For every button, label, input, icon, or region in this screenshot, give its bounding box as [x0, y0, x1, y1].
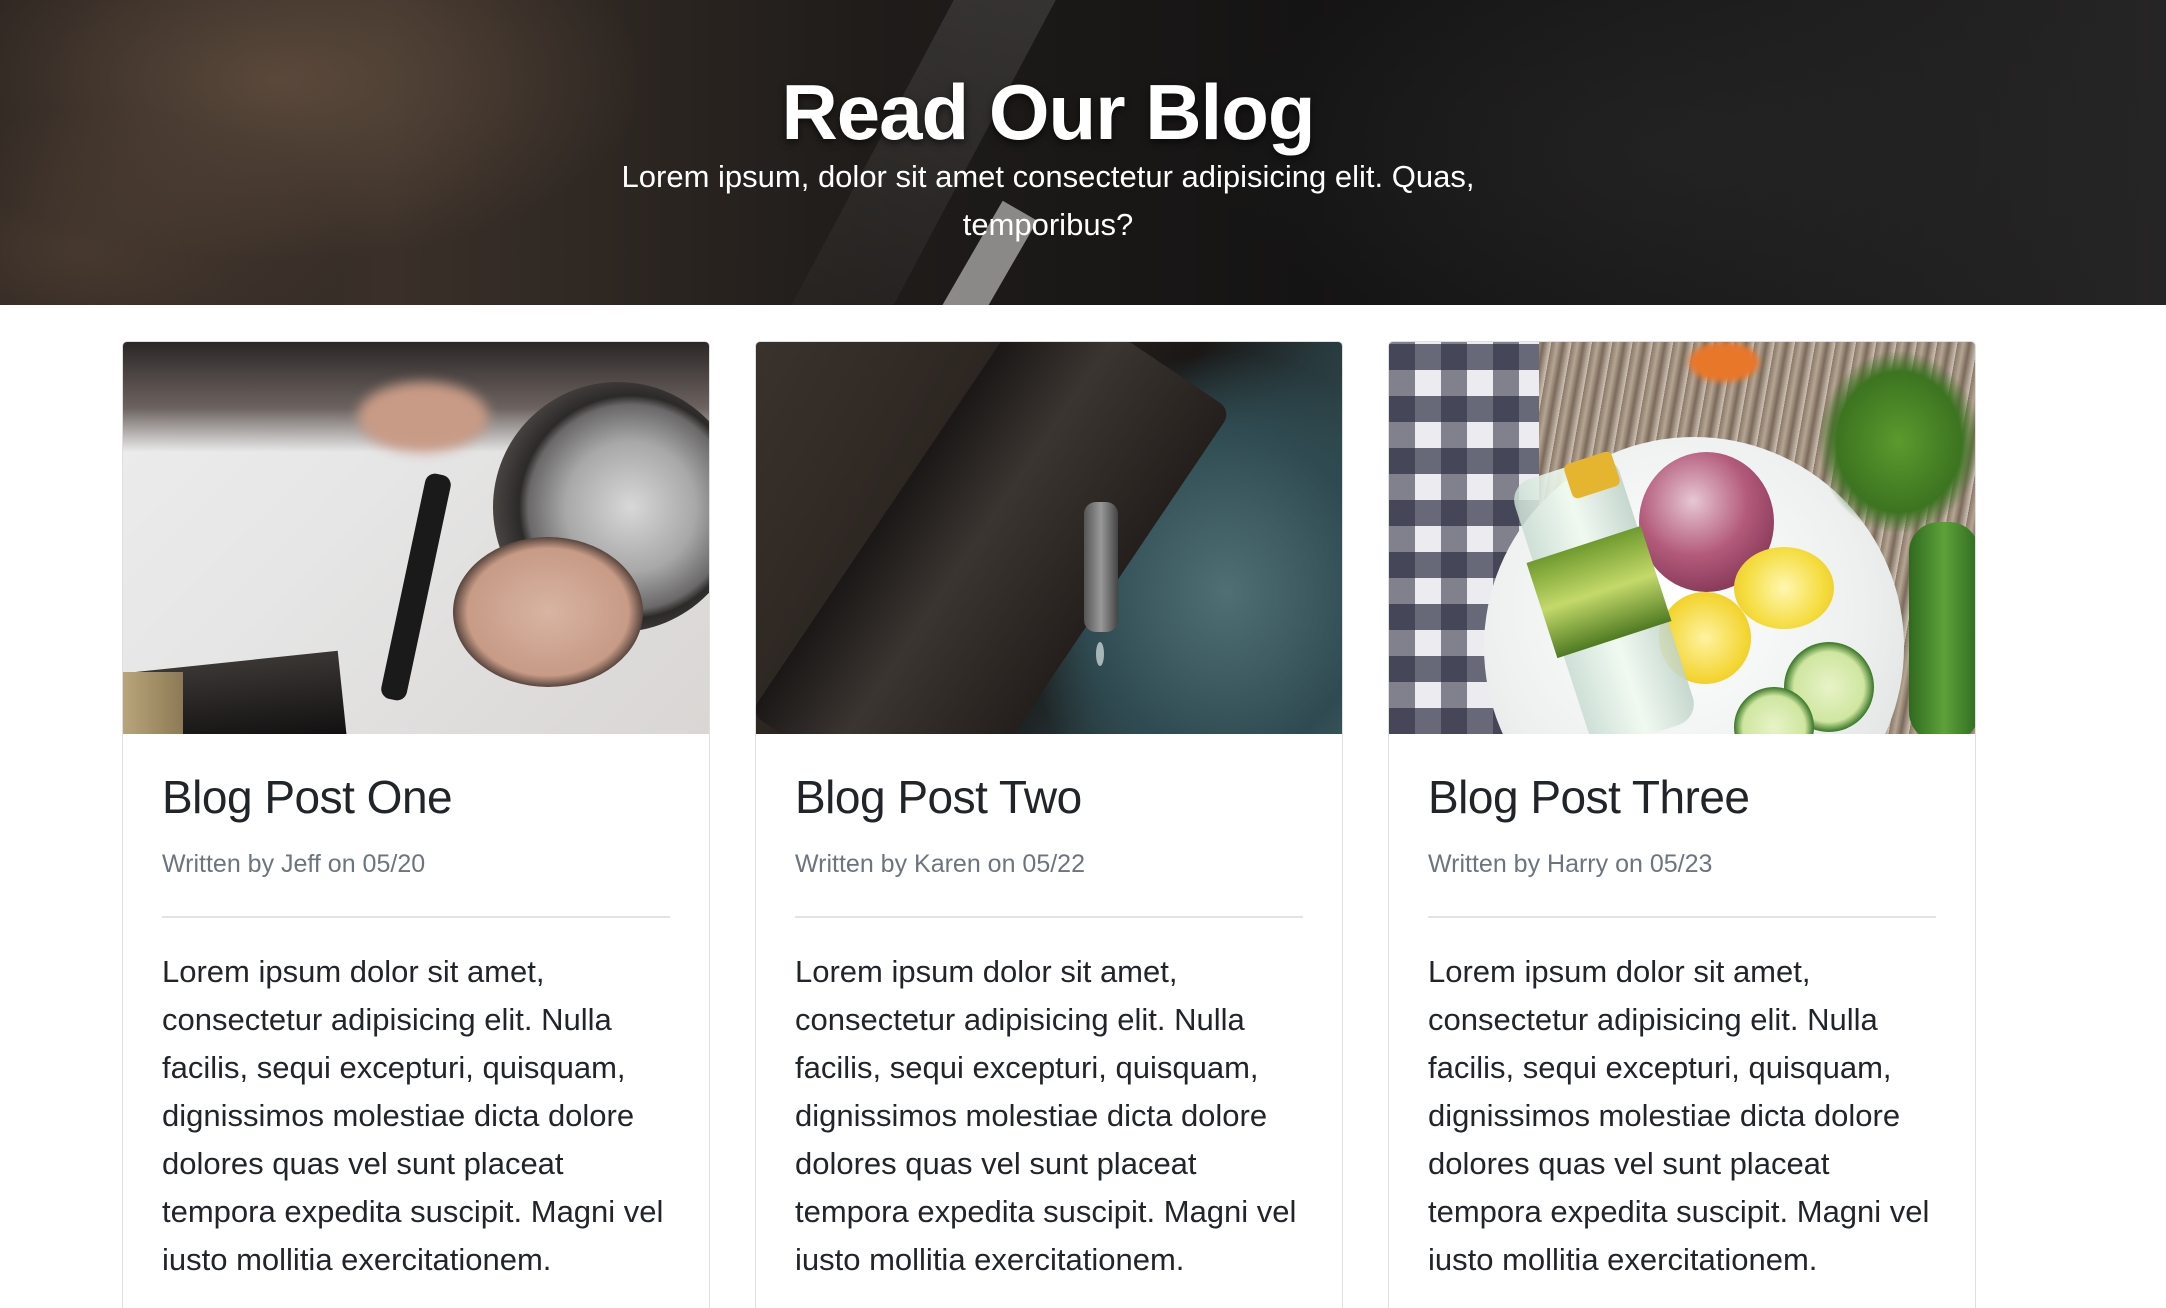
blog-card-text: Lorem ipsum dolor sit amet, consectetur …	[1428, 954, 1930, 1277]
blog-card-title[interactable]: Blog Post One	[162, 768, 670, 826]
blog-card-body: Blog Post Two Written by Karen on 05/22 …	[756, 734, 1342, 1284]
blog-card-body: Blog Post One Written by Jeff on 05/20 L…	[123, 734, 709, 1284]
divider	[162, 916, 670, 918]
blog-card-image-makeup	[123, 342, 709, 734]
blog-card-meta: Written by Jeff on 05/20	[162, 850, 426, 878]
blog-card-meta: Written by Harry on 05/23	[1428, 850, 1713, 878]
blog-card-title[interactable]: Blog Post Three	[1428, 768, 1936, 826]
blog-card-image-faucet	[756, 342, 1342, 734]
blog-card-text: Lorem ipsum dolor sit amet, consectetur …	[795, 954, 1297, 1277]
hero-banner: Read Our Blog Lorem ipsum, dolor sit ame…	[0, 0, 2166, 305]
blog-card-image-food	[1389, 342, 1975, 734]
blog-card: Blog Post Two Written by Karen on 05/22 …	[755, 341, 1343, 1308]
blog-card: Blog Post Three Written by Harry on 05/2…	[1388, 341, 1976, 1308]
blog-card-text: Lorem ipsum dolor sit amet, consectetur …	[162, 954, 664, 1277]
blog-card: Blog Post One Written by Jeff on 05/20 L…	[122, 341, 710, 1308]
divider	[1428, 916, 1936, 918]
blog-card-meta: Written by Karen on 05/22	[795, 850, 1085, 878]
blog-card-title[interactable]: Blog Post Two	[795, 768, 1303, 826]
blog-page: Read Our Blog Lorem ipsum, dolor sit ame…	[0, 0, 2166, 1308]
hero-subtitle: Lorem ipsum, dolor sit amet consectetur …	[621, 159, 1475, 242]
divider	[795, 916, 1303, 918]
blog-card-body: Blog Post Three Written by Harry on 05/2…	[1389, 734, 1975, 1284]
page-title: Read Our Blog	[781, 68, 1315, 157]
